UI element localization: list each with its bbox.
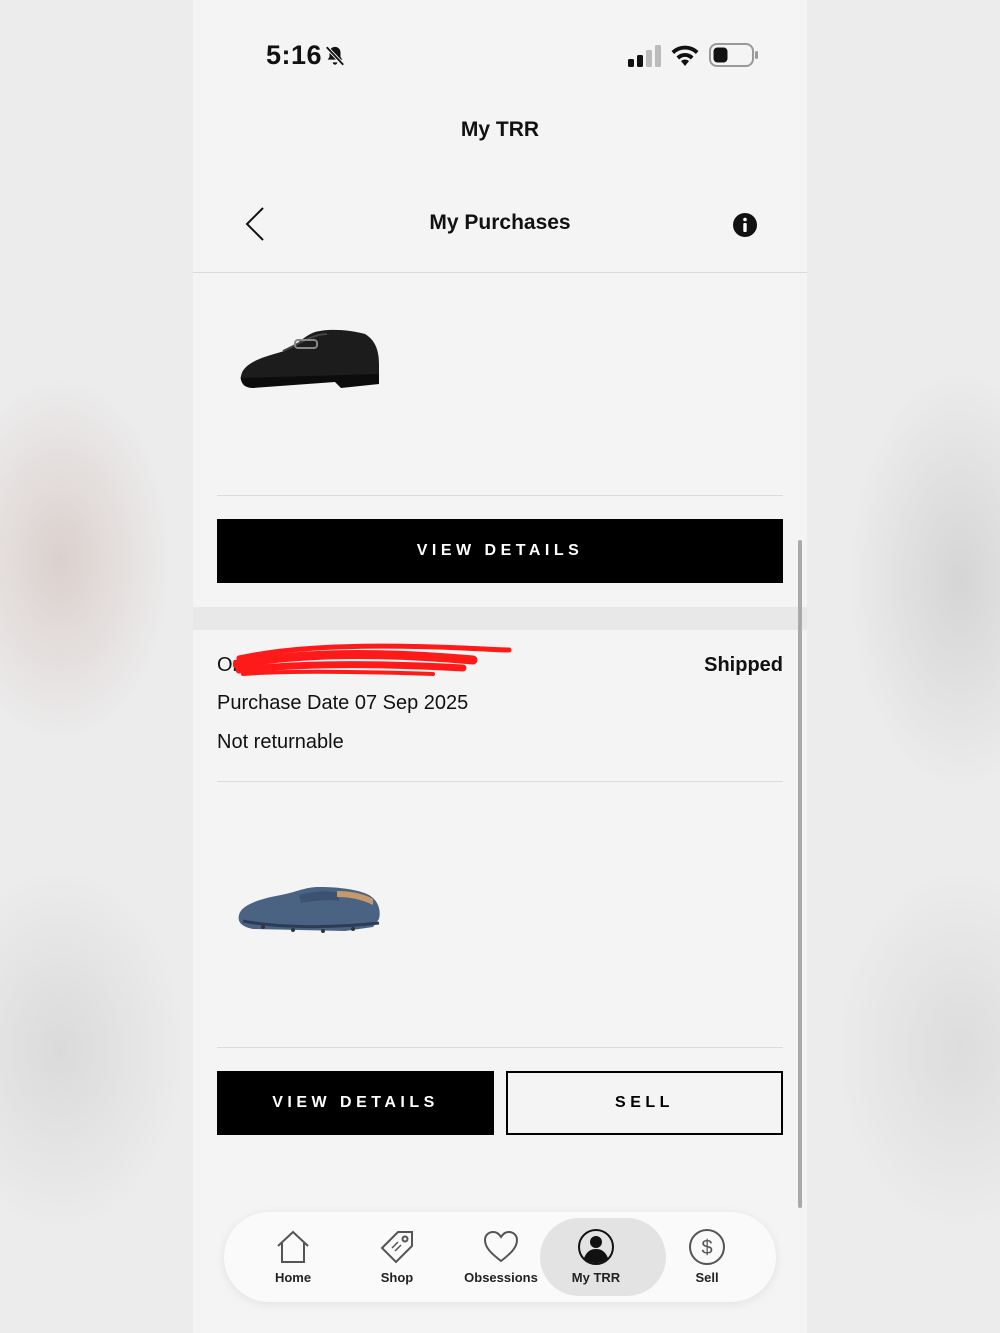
heart-icon: [483, 1230, 519, 1263]
order-card: Or Shipped Purchase Date 07 Sep 2025 Not…: [193, 630, 807, 1160]
tab-label: My TRR: [571, 1270, 621, 1285]
scrollbar[interactable]: [798, 540, 802, 1208]
card-separator: [193, 607, 807, 630]
wifi-icon: [671, 45, 699, 66]
tab-label: Sell: [695, 1270, 719, 1285]
order-card: VIEW DETAILS: [193, 273, 807, 607]
tab-home[interactable]: Home: [241, 1212, 345, 1302]
tab-shop[interactable]: Shop: [345, 1212, 449, 1302]
tab-obsessions[interactable]: Obsessions: [449, 1212, 553, 1302]
home-icon: [277, 1230, 309, 1263]
dollar-icon: $: [689, 1229, 725, 1265]
phone-screen: 5:16 My TRR My Purchases VIEW DETAILS Or…: [193, 0, 807, 1333]
tab-label: Home: [274, 1270, 312, 1285]
info-icon[interactable]: [732, 212, 758, 238]
sell-button[interactable]: SELL: [506, 1071, 783, 1135]
status-time: 5:16: [266, 40, 323, 70]
app-title: My TRR: [460, 118, 540, 141]
divider: [217, 495, 783, 496]
divider: [217, 1047, 783, 1048]
page-title: My Purchases: [429, 211, 571, 234]
blue-suede-driver-image[interactable]: [233, 875, 383, 955]
order-status: Shipped: [704, 654, 783, 676]
black-loafer-image[interactable]: [233, 318, 383, 398]
signal-icon: [628, 45, 661, 67]
divider: [217, 781, 783, 782]
tab-label: Obsessions: [464, 1270, 538, 1285]
return-policy: Not returnable: [217, 731, 344, 753]
tab-label: Shop: [380, 1270, 414, 1285]
view-details-button[interactable]: VIEW DETAILS: [217, 519, 783, 583]
view-details-button[interactable]: VIEW DETAILS: [217, 1071, 494, 1135]
purchase-date: Purchase Date 07 Sep 2025: [217, 692, 469, 714]
battery-icon: [709, 43, 758, 67]
red-redaction-scribble: [233, 643, 512, 676]
bottom-tab-bar: Home Shop Obsessions My TRR $ Sell: [224, 1212, 776, 1302]
svg-text:$: $: [701, 1237, 712, 1259]
tab-my-trr[interactable]: My TRR: [540, 1212, 666, 1302]
user-icon: [578, 1229, 614, 1265]
bell-off-icon: [325, 46, 345, 66]
tag-icon: [380, 1231, 413, 1264]
tab-sell[interactable]: $ Sell: [655, 1212, 759, 1302]
